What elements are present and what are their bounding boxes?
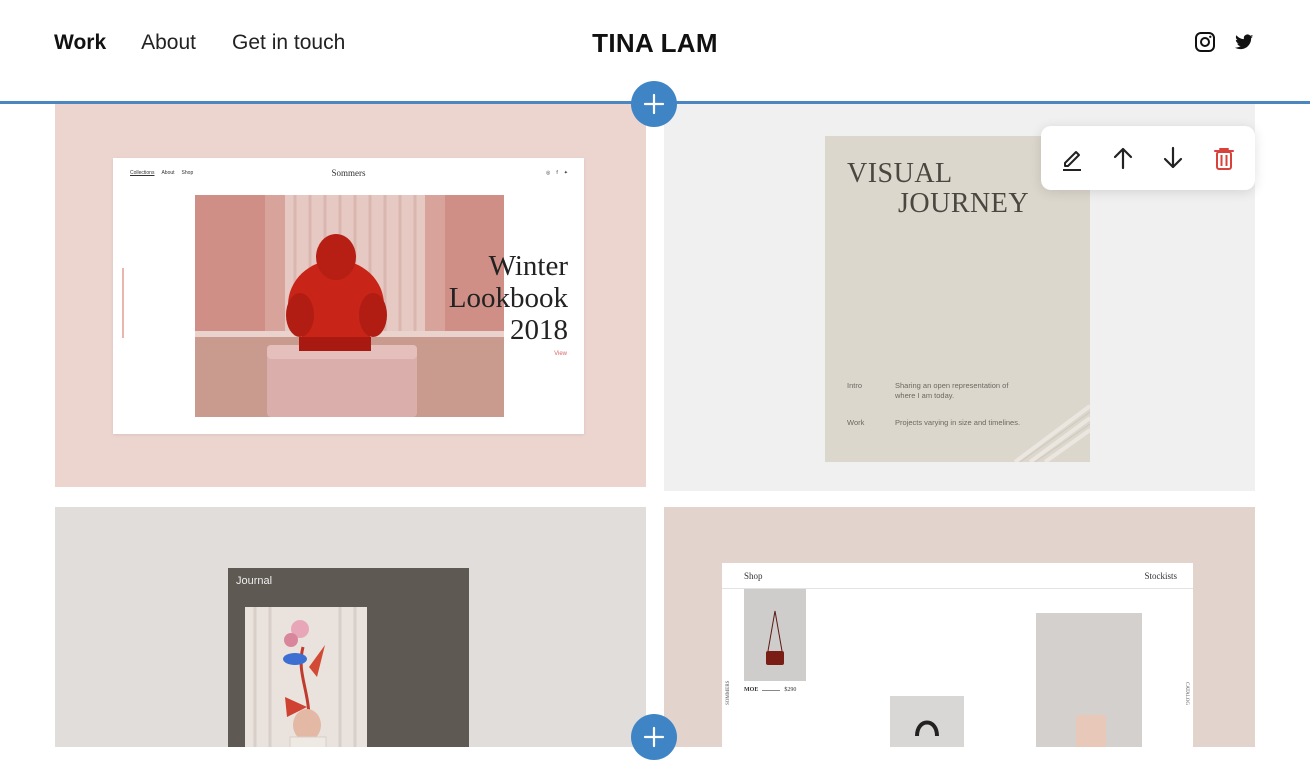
website-mockup: Collections About Shop Sommers ◎ f ✦ Win… <box>113 158 584 434</box>
plus-icon <box>643 93 665 115</box>
move-down-button[interactable] <box>1157 142 1189 174</box>
poster-row-value: Projects varying in size and timelines. <box>895 418 1021 427</box>
delete-icon <box>1213 148 1234 170</box>
poster-title-line: VISUAL <box>847 158 953 189</box>
side-label: SOMMERS <box>726 680 731 705</box>
delete-button[interactable] <box>1208 142 1240 174</box>
product-dash <box>762 689 781 691</box>
product-image <box>744 589 806 681</box>
product-price: $290 <box>784 687 797 693</box>
journal-photo <box>245 607 367 747</box>
add-section-button[interactable] <box>631 714 677 760</box>
plus-icon <box>643 726 665 748</box>
social-links <box>1194 31 1255 53</box>
poster-row-value: Sharing an open representation of where … <box>895 381 1009 400</box>
product-image <box>1036 613 1142 747</box>
journal-title: Journal <box>236 575 273 587</box>
product-label: MOE $290 <box>744 687 796 693</box>
caption-line: Winter <box>488 250 568 282</box>
journal-mockup: Journal <box>228 568 469 747</box>
shop-label: Shop <box>744 571 763 581</box>
mockup-scroll-rail <box>122 268 124 338</box>
move-up-button[interactable] <box>1107 142 1139 174</box>
project-tile-winter-lookbook[interactable]: Collections About Shop Sommers ◎ f ✦ Win… <box>55 104 646 487</box>
caption-line: 2018 <box>510 314 568 346</box>
stockists-label: Stockists <box>1144 571 1177 581</box>
side-label: CATALOG <box>1184 682 1189 705</box>
poster-row: Intro Sharing an open representation of … <box>847 381 1025 401</box>
edit-button[interactable] <box>1056 142 1088 174</box>
view-link[interactable]: View <box>554 351 567 357</box>
project-tile-shop[interactable]: Shop Stockists MOE $290 SOMMERS CATALOG <box>664 507 1255 747</box>
poster-row-key: Intro <box>847 381 863 390</box>
poster-row: Work Projects varying in size and timeli… <box>847 418 1025 428</box>
twitter-icon[interactable] <box>1233 31 1255 53</box>
mockup-social-icons: ◎ f ✦ <box>546 170 568 176</box>
caption-line: Lookbook <box>448 282 568 314</box>
shop-mockup: Shop Stockists MOE $290 SOMMERS CATALOG <box>722 563 1193 747</box>
move-up-icon <box>1113 147 1132 170</box>
instagram-icon[interactable] <box>1194 31 1216 53</box>
poster-title-line: JOURNEY <box>898 188 1030 219</box>
poster-row-key: Work <box>847 418 865 427</box>
tile-toolbar <box>1041 126 1255 190</box>
product-image <box>890 696 964 747</box>
product-name: MOE <box>744 687 759 693</box>
move-down-icon <box>1164 146 1183 169</box>
add-section-button[interactable] <box>631 81 677 127</box>
project-tile-journal[interactable]: Journal <box>55 507 646 747</box>
edit-icon <box>1063 151 1082 171</box>
site-brand[interactable]: TINA LAM <box>0 28 1310 59</box>
lookbook-caption: Winter Lookbook 2018 <box>449 250 568 346</box>
mockup-brand: Sommers <box>331 168 366 178</box>
